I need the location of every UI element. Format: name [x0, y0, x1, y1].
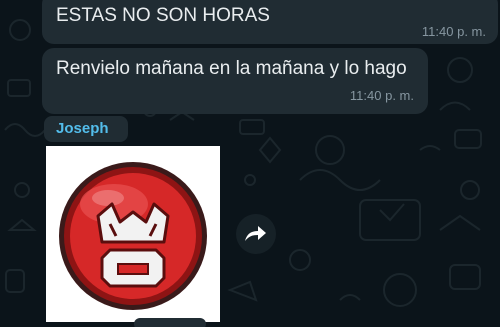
sender-name[interactable]: Joseph	[44, 116, 128, 142]
message-timestamp: 11:40 p. m.	[349, 88, 414, 103]
message-text: Renvielo mañana en la mañana y lo hago	[56, 58, 407, 79]
forward-button[interactable]	[236, 214, 276, 254]
message-timestamp: 11:40 p. m.	[421, 24, 486, 39]
message-text: ESTAS NO SON HORAS	[56, 5, 270, 26]
sticker-message[interactable]	[46, 146, 220, 322]
forward-double-arrow-icon	[245, 224, 266, 241]
chat-screen: { "messages": [ { "text": "ESTAS NO SON …	[0, 0, 500, 327]
angry-face-icon	[46, 146, 220, 322]
message-bubble[interactable]: Renvielo mañana en la mañana y lo hago 1…	[42, 48, 428, 114]
message-bubble[interactable]: ESTAS NO SON HORAS 11:40 p. m.	[42, 0, 498, 44]
next-message-bubble[interactable]	[134, 318, 206, 327]
